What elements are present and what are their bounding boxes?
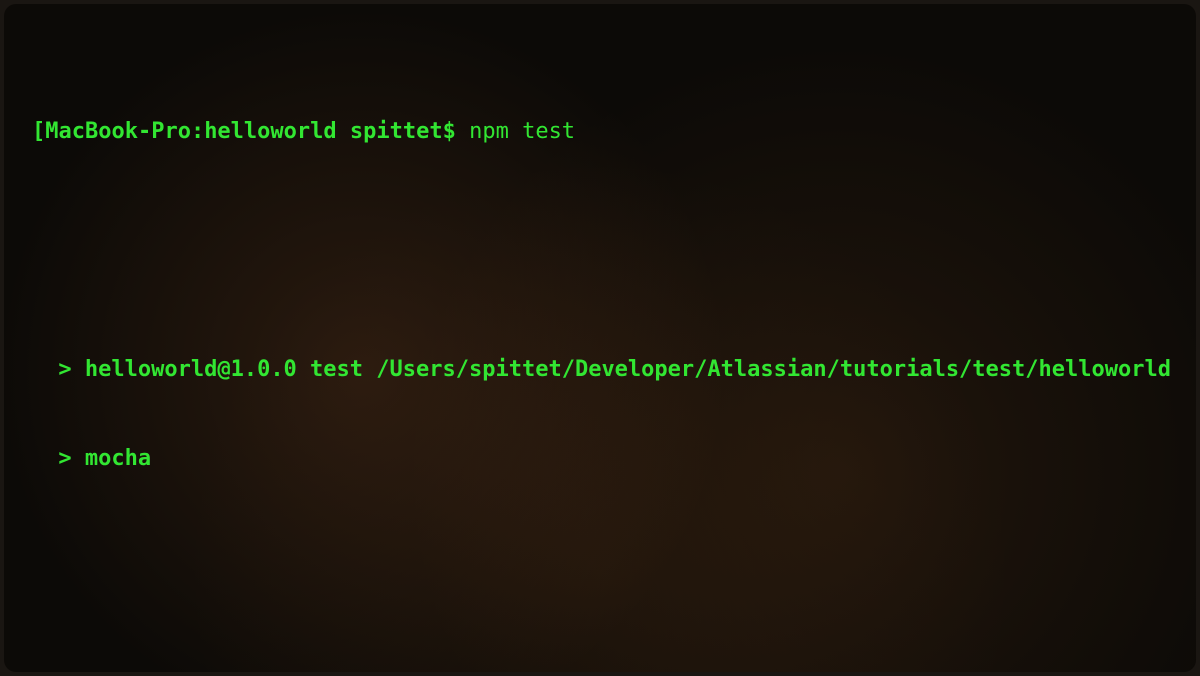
blank-line	[32, 562, 1168, 592]
shell-prompt: MacBook-Pro:helloworld spittet$	[45, 119, 469, 144]
typed-command: npm test	[469, 119, 575, 144]
terminal-window[interactable]: [MacBook-Pro:helloworld spittet$ npm tes…	[4, 4, 1196, 672]
terminal-output: [MacBook-Pro:helloworld spittet$ npm tes…	[32, 28, 1168, 672]
command-line: [MacBook-Pro:helloworld spittet$ npm tes…	[32, 117, 1168, 147]
blank-line	[32, 236, 1168, 266]
npm-script-header: > helloworld@1.0.0 test /Users/spittet/D…	[32, 355, 1168, 385]
npm-runner-line: > mocha	[32, 444, 1168, 474]
prompt-bracket: [	[32, 119, 45, 144]
blank-line	[32, 651, 1168, 672]
